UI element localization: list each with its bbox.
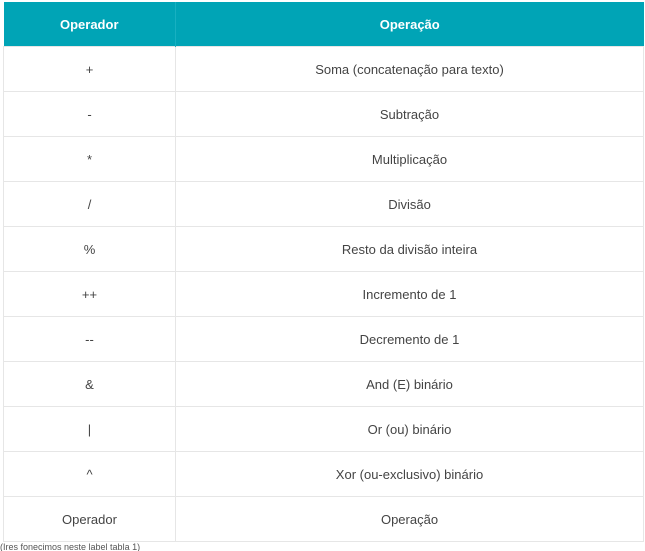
operation-cell: Or (ou) binário <box>175 406 644 452</box>
table-row: % Resto da divisão inteira <box>3 226 644 272</box>
operation-cell: Soma (concatenação para texto) <box>175 46 644 92</box>
operation-cell: Multiplicação <box>175 136 644 182</box>
footer-operador: Operador <box>3 496 176 542</box>
table-row: * Multiplicação <box>3 136 644 182</box>
operation-cell: Subtração <box>175 91 644 137</box>
table-row: / Divisão <box>3 181 644 227</box>
operator-cell: ^ <box>3 451 176 497</box>
table-caption: (Ires fonecimos neste label tabla 1) <box>0 542 141 551</box>
operator-cell: * <box>3 136 176 182</box>
operation-cell: And (E) binário <box>175 361 644 407</box>
table-row: -- Decremento de 1 <box>3 316 644 362</box>
header-operador: Operador <box>3 2 176 47</box>
operator-cell: % <box>3 226 176 272</box>
table-row: ^ Xor (ou-exclusivo) binário <box>3 451 644 497</box>
table-header-row: Operador Operação <box>3 2 644 47</box>
operation-cell: Incremento de 1 <box>175 271 644 317</box>
operation-cell: Resto da divisão inteira <box>175 226 644 272</box>
operator-cell: / <box>3 181 176 227</box>
operator-cell: ++ <box>3 271 176 317</box>
operator-cell: + <box>3 46 176 92</box>
table-row: - Subtração <box>3 91 644 137</box>
operation-cell: Divisão <box>175 181 644 227</box>
operators-table: Operador Operação + Soma (concatenação p… <box>3 2 644 542</box>
operator-cell: | <box>3 406 176 452</box>
operation-cell: Xor (ou-exclusivo) binário <box>175 451 644 497</box>
table-row: | Or (ou) binário <box>3 406 644 452</box>
operator-cell: & <box>3 361 176 407</box>
operator-cell: - <box>3 91 176 137</box>
table-row: + Soma (concatenação para texto) <box>3 46 644 92</box>
operator-cell: -- <box>3 316 176 362</box>
table-row: & And (E) binário <box>3 361 644 407</box>
header-operacao: Operação <box>175 2 644 47</box>
operation-cell: Decremento de 1 <box>175 316 644 362</box>
table-footer-row: Operador Operação <box>3 496 644 542</box>
table-row: ++ Incremento de 1 <box>3 271 644 317</box>
footer-operacao: Operação <box>175 496 644 542</box>
